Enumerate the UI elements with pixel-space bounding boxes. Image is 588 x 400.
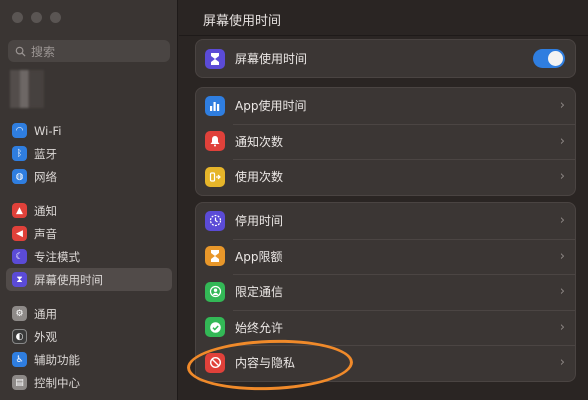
sidebar-item-label: 网络 [34, 169, 57, 184]
hourglass-icon [205, 246, 225, 267]
sidebar-group-notifications: ▲ 通知 ◀ 声音 ☾ 专注模式 ⧗ 屏幕使用时间 [6, 199, 172, 291]
usage-card: App使用时间 › 通知次数 › 使用次数 › [195, 87, 576, 196]
chevron-right-icon: › [559, 355, 565, 371]
search-icon [15, 46, 26, 57]
page-title: 屏幕使用时间 [203, 14, 282, 29]
bluetooth-icon: ᛒ [12, 146, 27, 161]
row-communication-limits[interactable]: 限定通信 › [196, 274, 575, 310]
row-always-allowed[interactable]: 始终允许 › [196, 309, 575, 346]
search-placeholder: 搜索 [31, 44, 56, 59]
sidebar-item-bluetooth[interactable]: ᛒ 蓝牙 [6, 142, 172, 165]
sidebar-item-control-center[interactable]: ▤ 控制中心 [6, 371, 172, 394]
control-center-icon: ▤ [12, 375, 27, 390]
sidebar: 搜索 ◠ Wi-Fi ᛒ 蓝牙 ◍ 网络 ▲ 通知 ◀ 声音 ☾ 专注模式 ⧗ [0, 0, 178, 400]
wifi-icon: ◠ [12, 123, 27, 138]
sidebar-item-label: 蓝牙 [34, 146, 57, 161]
accessibility-icon: ♿ [12, 352, 27, 367]
chevron-right-icon: › [559, 248, 565, 264]
chevron-right-icon: › [559, 213, 565, 229]
screen-time-toggle-row: 屏幕使用时间 [196, 40, 575, 77]
row-downtime[interactable]: 停用时间 › [196, 203, 575, 239]
header-divider [179, 35, 588, 36]
sidebar-item-notifications[interactable]: ▲ 通知 [6, 199, 172, 222]
sidebar-item-label: Wi-Fi [34, 123, 62, 138]
row-notifications[interactable]: 通知次数 › [196, 123, 575, 160]
row-pickups[interactable]: 使用次数 › [196, 159, 575, 195]
bell-badge-icon [205, 131, 225, 152]
row-app-limits[interactable]: App限额 › [196, 238, 575, 275]
row-label: 限定通信 [235, 285, 284, 300]
sidebar-group-general: ⚙ 通用 ◐ 外观 ♿ 辅助功能 ▤ 控制中心 [6, 302, 172, 394]
row-app-usage[interactable]: App使用时间 › [196, 88, 575, 124]
sidebar-group-network: ◠ Wi-Fi ᛒ 蓝牙 ◍ 网络 [6, 119, 172, 188]
window-controls [12, 12, 61, 23]
screen-time-toggle-card: 屏幕使用时间 [195, 39, 576, 78]
close-window-button[interactable] [12, 12, 23, 23]
sidebar-item-accessibility[interactable]: ♿ 辅助功能 [6, 348, 172, 371]
sidebar-item-general[interactable]: ⚙ 通用 [6, 302, 172, 325]
sidebar-item-sound[interactable]: ◀ 声音 [6, 222, 172, 245]
moon-icon: ☾ [12, 249, 27, 264]
appearance-icon: ◐ [12, 329, 27, 344]
sidebar-item-label: 通用 [34, 306, 57, 321]
sidebar-item-label: 专注模式 [34, 249, 80, 264]
row-label: 使用次数 [235, 170, 284, 185]
screen-time-label: 屏幕使用时间 [235, 52, 308, 66]
sidebar-item-label: 辅助功能 [34, 352, 80, 367]
chevron-right-icon: › [559, 169, 565, 185]
hourglass-icon: ⧗ [12, 272, 27, 287]
communication-icon [205, 281, 225, 302]
checkmark-icon [205, 317, 225, 338]
downtime-icon [205, 210, 225, 231]
gear-icon: ⚙ [12, 306, 27, 321]
chevron-right-icon: › [559, 133, 565, 149]
search-input[interactable]: 搜索 [8, 40, 170, 62]
bell-icon: ▲ [12, 203, 27, 218]
chevron-right-icon: › [559, 319, 565, 335]
avatar[interactable] [10, 70, 44, 108]
sidebar-item-focus[interactable]: ☾ 专注模式 [6, 245, 172, 268]
row-label: 通知次数 [235, 134, 284, 149]
chevron-right-icon: › [559, 284, 565, 300]
sidebar-item-label: 控制中心 [34, 375, 80, 390]
row-label: 始终允许 [235, 320, 284, 335]
row-label: App限额 [235, 249, 283, 264]
sidebar-item-label: 外观 [34, 329, 57, 344]
zoom-window-button[interactable] [50, 12, 61, 23]
sidebar-item-label: 声音 [34, 226, 57, 241]
bar-chart-icon [205, 95, 225, 116]
minimize-window-button[interactable] [31, 12, 42, 23]
sidebar-item-wifi[interactable]: ◠ Wi-Fi [6, 119, 172, 142]
sidebar-item-label: 通知 [34, 203, 57, 218]
sidebar-item-network[interactable]: ◍ 网络 [6, 165, 172, 188]
pickups-icon [205, 166, 225, 187]
globe-icon: ◍ [12, 169, 27, 184]
chevron-right-icon: › [559, 98, 565, 114]
hourglass-icon [205, 48, 225, 69]
row-label: 停用时间 [235, 214, 284, 229]
screen-time-toggle[interactable] [533, 49, 565, 68]
sidebar-item-label: 屏幕使用时间 [34, 272, 103, 287]
sidebar-item-appearance[interactable]: ◐ 外观 [6, 325, 172, 348]
sidebar-item-screen-time[interactable]: ⧗ 屏幕使用时间 [6, 268, 172, 291]
speaker-icon: ◀ [12, 226, 27, 241]
row-label: App使用时间 [235, 99, 307, 114]
